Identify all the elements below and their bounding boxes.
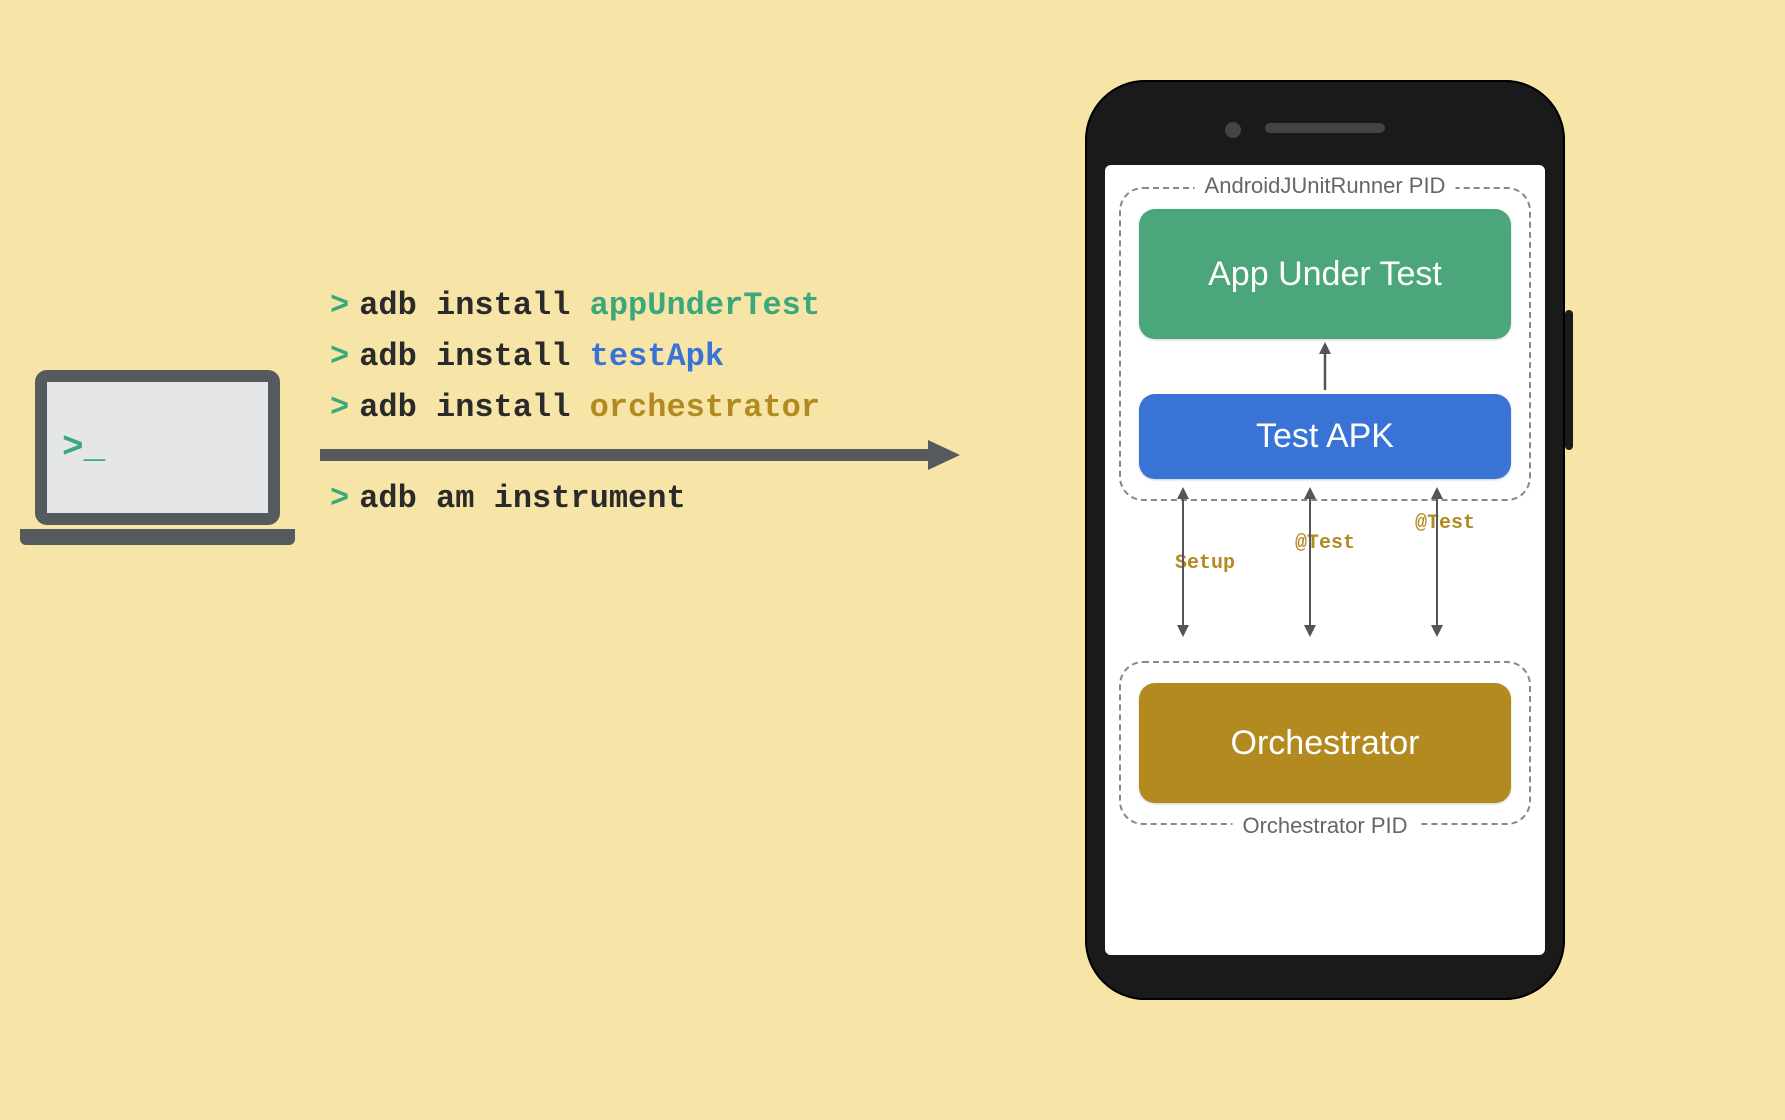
phone-side-button — [1565, 310, 1573, 450]
laptop-base — [20, 529, 295, 545]
cmd-install-app: >adb install appUnderTest — [330, 280, 820, 331]
bi-arrow-test-1: @Test — [1275, 487, 1375, 555]
box-app-under-test: App Under Test — [1139, 209, 1511, 339]
cmd-instrument: >adb am instrument — [330, 480, 686, 517]
arrow-testapk-to-app-icon — [1315, 342, 1335, 390]
runner-pid-group: AndroidJUnitRunner PID App Under Test Te… — [1119, 187, 1531, 501]
box-orchestrator: Orchestrator — [1139, 683, 1511, 803]
terminal-commands: >adb install appUnderTest >adb install t… — [330, 280, 820, 434]
cmd-install-testapk: >adb install testApk — [330, 331, 820, 382]
runner-pid-label: AndroidJUnitRunner PID — [1195, 173, 1456, 199]
double-arrow-icon — [1427, 487, 1447, 637]
orchestrator-pid-label: Orchestrator PID — [1232, 813, 1417, 839]
phone-top — [1105, 100, 1545, 155]
double-arrow-icon — [1300, 487, 1320, 637]
bi-arrow-test-2: @Test — [1395, 487, 1495, 535]
flow-arrow-icon — [320, 440, 960, 470]
phone-camera-icon — [1225, 122, 1241, 138]
laptop-screen: >_ — [35, 370, 280, 525]
bidirectional-arrows: Setup @Test @Test — [1105, 487, 1545, 647]
laptop-icon: >_ — [20, 370, 295, 570]
box-test-apk: Test APK — [1139, 394, 1511, 479]
laptop-prompt: >_ — [62, 427, 105, 468]
cmd-install-orchestrator: >adb install orchestrator — [330, 382, 820, 433]
orchestrator-pid-group: Orchestrator Orchestrator PID — [1119, 661, 1531, 825]
phone-screen: AndroidJUnitRunner PID App Under Test Te… — [1105, 165, 1545, 955]
bi-arrow-setup: Setup — [1155, 487, 1255, 575]
double-arrow-icon — [1173, 487, 1193, 637]
phone-speaker-icon — [1265, 123, 1385, 133]
phone-frame: AndroidJUnitRunner PID App Under Test Te… — [1085, 80, 1565, 1000]
